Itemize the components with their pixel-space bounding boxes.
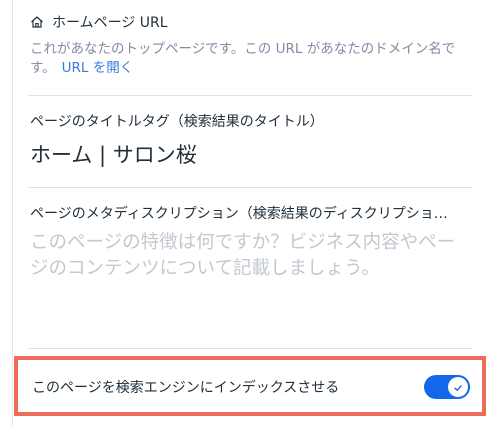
toggle-knob xyxy=(448,377,468,397)
title-tag-label: ページのタイトルタグ（検索結果のタイトル） xyxy=(30,114,324,130)
index-toggle-switch[interactable] xyxy=(424,375,470,399)
divider xyxy=(28,95,472,96)
checkmark-icon xyxy=(453,378,463,397)
index-toggle-row: このページを検索エンジンにインデックスさせる xyxy=(14,356,486,416)
index-toggle-label: このページを検索エンジンにインデックスさせる xyxy=(32,380,340,396)
divider xyxy=(28,348,472,349)
home-url-heading: ホームページ URL xyxy=(30,12,168,32)
meta-description-input[interactable]: このページの特徴は何ですか？ビジネス内容やページのコンテンツについて記載しましょ… xyxy=(30,230,470,282)
open-url-link[interactable]: URL を開く xyxy=(62,60,134,76)
divider xyxy=(28,187,472,188)
panel-left-border xyxy=(12,0,13,426)
home-url-title: ホームページ URL xyxy=(52,15,168,31)
meta-description-label: ページのメタディスクリプション（検索結果のディスクリプショ… xyxy=(30,206,448,222)
title-tag-input[interactable]: ホーム | サロン桜 xyxy=(30,140,470,172)
home-url-description-block: これがあなたのトップページです。この URL があなたのドメイン名です。 URL … xyxy=(30,40,475,78)
home-icon xyxy=(30,15,44,29)
seo-settings-panel: ホームページ URL これがあなたのトップページです。この URL があなたのド… xyxy=(0,0,500,426)
